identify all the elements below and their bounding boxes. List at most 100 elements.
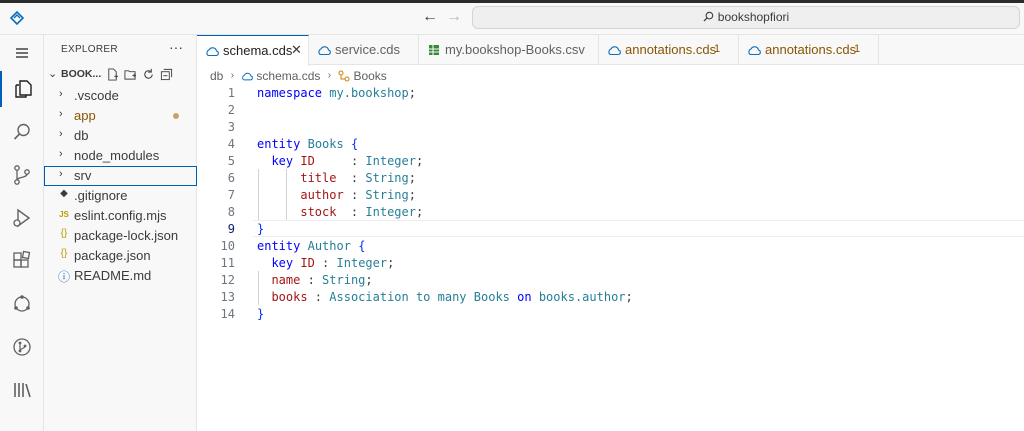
keyword: on (517, 290, 532, 304)
activity-search[interactable] (0, 114, 44, 150)
tree-item-app[interactable]: › app (44, 106, 197, 126)
menu-button[interactable] (0, 35, 44, 71)
line-number: 4 (227, 137, 235, 151)
field-name: ID (300, 256, 315, 270)
tree-item-srv[interactable]: › srv (44, 166, 197, 186)
code-line-12: name : String; (271, 273, 373, 287)
run-debug-icon (13, 208, 31, 228)
tree-item-package-lock[interactable]: {} package-lock.json (44, 226, 197, 246)
tab-books-csv[interactable]: my.bookshop-Books.csv (419, 35, 599, 65)
activity-explorer[interactable] (0, 71, 44, 107)
breadcrumb: db › schema.cds › Books (210, 68, 387, 84)
cds-file-icon (748, 46, 761, 56)
line-number: 9 (227, 222, 235, 236)
breadcrumb-file[interactable]: schema.cds (256, 69, 320, 83)
tab-annotations-cds-2[interactable]: annotations.cds 1 (739, 35, 879, 65)
line-number: 5 (227, 154, 235, 168)
json-file-icon: {} (60, 248, 68, 259)
line-number: 2 (227, 103, 235, 117)
tab-label: annotations.cds (765, 42, 857, 57)
line-number: 14 (220, 307, 235, 321)
line-number: 6 (227, 171, 235, 185)
field-type: String (365, 171, 409, 185)
tree-item-vscode[interactable]: › .vscode (44, 86, 197, 106)
code-line-8: stock : Integer; (300, 205, 424, 219)
line-number: 10 (220, 239, 235, 253)
tab-label: service.cds (335, 42, 401, 57)
tree-item-package-json[interactable]: {} package.json (44, 246, 197, 266)
new-file-icon[interactable] (106, 68, 119, 81)
code-editor[interactable]: 1 2 3 4 5 6 7 8 9 10 11 12 13 14 namespa… (197, 84, 1024, 431)
close-icon[interactable]: ✕ (291, 42, 302, 58)
git-graph-icon (13, 338, 31, 356)
tab-service-cds[interactable]: service.cds (309, 35, 419, 65)
forward-arrow-icon[interactable]: → (446, 8, 462, 26)
tree-item-db[interactable]: › db (44, 126, 197, 146)
tree-item-node-modules[interactable]: › node_modules (44, 146, 197, 166)
breadcrumb-separator: › (230, 70, 235, 82)
tree-item-label: .gitignore (74, 188, 128, 203)
code-line-9: } (257, 222, 265, 236)
chevron-down-icon: ⌄ (48, 68, 58, 80)
symbol-class-icon (338, 70, 350, 82)
code-line-13: books : Association to many Books on boo… (271, 290, 633, 304)
tab-label: my.bookshop-Books.csv (445, 42, 585, 57)
code-line-14: } (257, 307, 265, 321)
source-control-icon (14, 165, 30, 185)
keyword: key (271, 154, 294, 168)
code-line-7: author : String; (300, 188, 416, 202)
line-number: 8 (227, 205, 235, 219)
command-center-search[interactable]: bookshopfiori (472, 6, 1020, 29)
activity-git-graph[interactable] (0, 329, 44, 365)
tab-schema-cds[interactable]: schema.cds ✕ (197, 35, 309, 66)
more-actions-icon[interactable]: ··· (169, 39, 183, 55)
field-type: Integer (365, 154, 416, 168)
tree-item-readme[interactable]: ⓘ README.md (44, 266, 197, 286)
tab-annotations-cds-1[interactable]: annotations.cds 1 (599, 35, 739, 65)
field-type: String (365, 188, 409, 202)
problem-count-badge: 1 (854, 43, 861, 55)
field-name: ID (300, 154, 315, 168)
gitignore-file-icon: ◆ (60, 188, 68, 199)
project-root[interactable]: ⌄ BOOK... (44, 65, 197, 85)
tree-item-label: eslint.config.mjs (74, 208, 167, 223)
back-arrow-icon[interactable]: ← (422, 8, 438, 26)
breadcrumb-symbol[interactable]: Books (353, 69, 386, 83)
search-icon (703, 11, 714, 22)
field-name: stock (300, 205, 337, 219)
collapse-all-icon[interactable] (160, 68, 173, 81)
current-line-highlight (253, 220, 1024, 237)
association-ref: books.author (538, 290, 626, 304)
project-name: BOOK... (61, 68, 102, 80)
activity-source-control[interactable] (0, 157, 44, 193)
activity-library[interactable] (0, 372, 44, 408)
refresh-icon[interactable] (142, 68, 155, 81)
keyword: entity (257, 239, 301, 253)
library-icon (14, 383, 31, 398)
entity-name: Books (307, 137, 344, 151)
chevron-right-icon: › (59, 88, 63, 100)
activity-remote-explorer[interactable] (0, 286, 44, 322)
new-folder-icon[interactable] (124, 68, 137, 81)
activity-extensions[interactable] (0, 243, 44, 279)
breadcrumb-folder[interactable]: db (210, 69, 223, 83)
association-target: Books (473, 290, 510, 304)
editor-tabs: schema.cds ✕ service.cds my.bookshop-Boo… (197, 35, 1024, 66)
explorer-sidebar: EXPLORER ··· ⌄ BOOK... › .vscode › app ›… (44, 35, 197, 431)
chevron-right-icon: › (59, 108, 63, 120)
tree-item-eslint-config[interactable]: JS eslint.config.mjs (44, 206, 197, 226)
activity-run-debug[interactable] (0, 200, 44, 236)
tree-item-gitignore[interactable]: ◆ .gitignore (44, 186, 197, 206)
line-number: 3 (227, 120, 235, 134)
sidebar-title: EXPLORER (61, 44, 118, 55)
line-number: 7 (227, 188, 235, 202)
line-number: 12 (220, 273, 235, 287)
tree-item-label: srv (74, 168, 92, 183)
code-line-5: key ID : Integer; (271, 154, 424, 168)
cds-file-icon (206, 47, 219, 57)
field-name: author (300, 188, 344, 202)
namespace-name: my.bookshop (329, 86, 409, 100)
code-line-6: title : String; (300, 171, 416, 185)
cds-file-icon (318, 46, 331, 56)
chevron-right-icon: › (59, 148, 63, 160)
